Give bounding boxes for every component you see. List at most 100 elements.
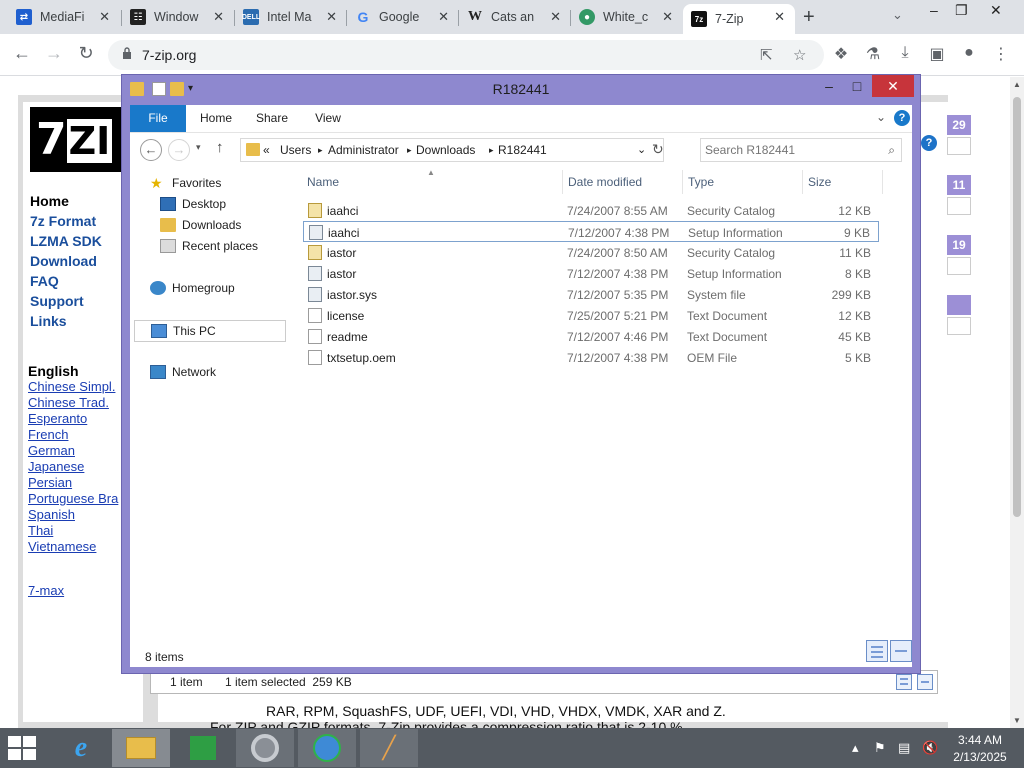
nav-link-download[interactable]: Download — [30, 253, 97, 269]
language-link[interactable]: French — [28, 427, 68, 442]
breadcrumb-administrator[interactable]: Administrator — [328, 143, 399, 157]
nav-link-support[interactable]: Support — [30, 293, 84, 309]
show-hidden-icons-icon[interactable]: ▴ — [852, 740, 859, 756]
lab-flask-icon[interactable]: ⚗ — [862, 44, 884, 64]
nav-link-faq[interactable]: FAQ — [30, 273, 59, 289]
nav-favorites[interactable]: ★ Favorites — [150, 176, 221, 190]
share-icon[interactable]: ⇱ — [760, 46, 773, 64]
close-tab-icon[interactable]: ✕ — [550, 9, 561, 25]
close-tab-icon[interactable]: ✕ — [662, 9, 673, 25]
column-header-date-modified[interactable]: Date modified — [568, 175, 642, 189]
address-bar[interactable]: 7-zip.org ⇱ ☆ — [108, 40, 824, 70]
nav-this-pc[interactable]: This PC — [134, 320, 286, 342]
explorer-titlebar[interactable]: ▾ R182441 – □ ✕ — [122, 75, 920, 105]
close-tab-icon[interactable]: ✕ — [774, 9, 785, 25]
search-box[interactable]: ⌕ — [700, 138, 902, 162]
help-icon[interactable]: ? — [894, 110, 910, 126]
tab-share[interactable]: Share — [250, 105, 294, 132]
download-manager-icon[interactable] — [298, 729, 356, 767]
nav-link-home[interactable]: Home — [30, 193, 69, 209]
tab-file[interactable]: File — [130, 105, 186, 132]
breadcrumb-current[interactable]: R182441 — [498, 143, 547, 157]
nav-link-lzma-sdk[interactable]: LZMA SDK — [30, 233, 102, 249]
close-tab-icon[interactable]: ✕ — [99, 9, 110, 25]
expand-ribbon-icon[interactable]: ⌄ — [876, 110, 886, 124]
minimize-icon[interactable]: – — [930, 2, 938, 18]
details-view-icon[interactable] — [866, 640, 888, 662]
breadcrumb-chevron-icon[interactable]: ▸ — [407, 145, 412, 156]
breadcrumb-downloads[interactable]: Downloads — [416, 143, 475, 157]
scroll-up-icon[interactable]: ▲ — [1013, 80, 1021, 89]
language-link[interactable]: Esperanto — [28, 411, 87, 426]
breadcrumb-chevron-icon[interactable]: ▸ — [489, 145, 494, 156]
tab-7zip[interactable]: 7z 7-Zip ✕ — [683, 4, 795, 34]
side-panel-icon[interactable]: ▣ — [926, 44, 948, 64]
language-link[interactable]: German — [28, 443, 75, 458]
forward-icon[interactable]: → — [168, 139, 190, 161]
minimize-icon[interactable]: – — [814, 75, 844, 97]
7-max-link[interactable]: 7-max — [28, 583, 64, 598]
app-icon[interactable]: ╱ — [360, 729, 418, 767]
search-input[interactable] — [705, 141, 875, 159]
back-icon[interactable]: ← — [140, 139, 162, 161]
tab-search-chevron-icon[interactable]: ⌄ — [892, 7, 903, 23]
language-link[interactable]: Persian — [28, 475, 72, 490]
breadcrumb-chevron-icon[interactable]: ▸ — [318, 145, 323, 156]
file-row[interactable]: license 7/25/2007 5:21 PM Text Document … — [303, 305, 879, 326]
close-icon[interactable]: ✕ — [872, 75, 914, 97]
tab-mediafire[interactable]: ⇄ MediaFi ✕ — [8, 4, 120, 30]
language-link[interactable]: Chinese Trad. — [28, 395, 109, 410]
breadcrumb-overflow[interactable]: « — [263, 143, 270, 157]
tab-intel[interactable]: DELL Intel Ma ✕ — [235, 4, 347, 30]
tab-view[interactable]: View — [306, 105, 350, 132]
language-link[interactable]: Chinese Simpl. — [28, 379, 115, 394]
language-link[interactable]: Vietnamese — [28, 539, 96, 554]
nav-homegroup[interactable]: Homegroup — [150, 281, 235, 295]
file-row[interactable]: iaahci 7/24/2007 8:55 AM Security Catalo… — [303, 200, 879, 221]
bookmark-star-icon[interactable]: ☆ — [793, 46, 806, 64]
page-scrollbar[interactable]: ▲ ▼ — [1010, 77, 1024, 728]
address-breadcrumb[interactable]: « Users ▸ Administrator ▸ Downloads ▸ R1… — [240, 138, 664, 162]
details-view-icon[interactable] — [896, 674, 912, 690]
nav-network[interactable]: Network — [150, 365, 216, 379]
menu-kebab-icon[interactable]: ⋮ — [990, 44, 1012, 64]
scrollbar-thumb[interactable] — [1013, 97, 1021, 517]
large-icons-view-icon[interactable] — [890, 640, 912, 662]
file-row[interactable]: iastor.sys 7/12/2007 5:35 PM System file… — [303, 284, 879, 305]
reload-icon[interactable]: ↻ — [74, 43, 98, 64]
up-icon[interactable]: ↑ — [216, 139, 224, 156]
profile-avatar-icon[interactable]: ● — [958, 44, 980, 62]
nav-link-7z-format[interactable]: 7z Format — [30, 213, 96, 229]
language-link[interactable]: Japanese — [28, 459, 84, 474]
file-row[interactable]: iastor 7/12/2007 4:38 PM Setup Informati… — [303, 263, 879, 284]
forward-icon[interactable]: → — [42, 43, 66, 64]
column-header-type[interactable]: Type — [688, 175, 714, 189]
close-window-icon[interactable]: ✕ — [990, 2, 1002, 19]
extensions-icon[interactable]: ❖ — [830, 44, 852, 64]
tab-wikipedia[interactable]: W Cats an ✕ — [459, 4, 571, 30]
language-link[interactable]: Thai — [28, 523, 53, 538]
large-icons-view-icon[interactable] — [917, 674, 933, 690]
file-row[interactable]: readme 7/12/2007 4:46 PM Text Document 4… — [303, 326, 879, 347]
close-tab-icon[interactable]: ✕ — [326, 9, 337, 25]
action-center-flag-icon[interactable]: ⚑ — [874, 740, 886, 756]
volume-muted-icon[interactable]: 🔇 — [922, 740, 938, 756]
close-tab-icon[interactable]: ✕ — [438, 9, 449, 25]
chrome-icon[interactable] — [236, 729, 294, 767]
column-header-name[interactable]: Name — [307, 175, 339, 189]
tab-wikimedia[interactable]: ● White_c ✕ — [571, 4, 683, 30]
recent-locations-icon[interactable]: ▾ — [196, 142, 201, 153]
file-row[interactable]: txtsetup.oem 7/12/2007 4:38 PM OEM File … — [303, 347, 879, 368]
download-icon[interactable]: ⤓ — [894, 44, 916, 62]
nav-link-links[interactable]: Links — [30, 313, 67, 329]
network-tray-icon[interactable]: ▤ — [898, 740, 910, 756]
back-icon[interactable]: ← — [10, 43, 34, 64]
new-tab-icon[interactable]: + — [803, 6, 815, 29]
column-header-size[interactable]: Size — [808, 175, 831, 189]
refresh-icon[interactable]: ↻ — [652, 141, 664, 158]
file-row-selected[interactable]: iaahci 7/12/2007 4:38 PM Setup Informati… — [303, 221, 879, 242]
file-explorer-icon[interactable] — [112, 729, 170, 767]
maximize-icon[interactable]: □ — [842, 75, 872, 97]
tab-windows[interactable]: ☷ Window ✕ — [122, 4, 234, 30]
file-row[interactable]: iastor 7/24/2007 8:50 AM Security Catalo… — [303, 242, 879, 263]
